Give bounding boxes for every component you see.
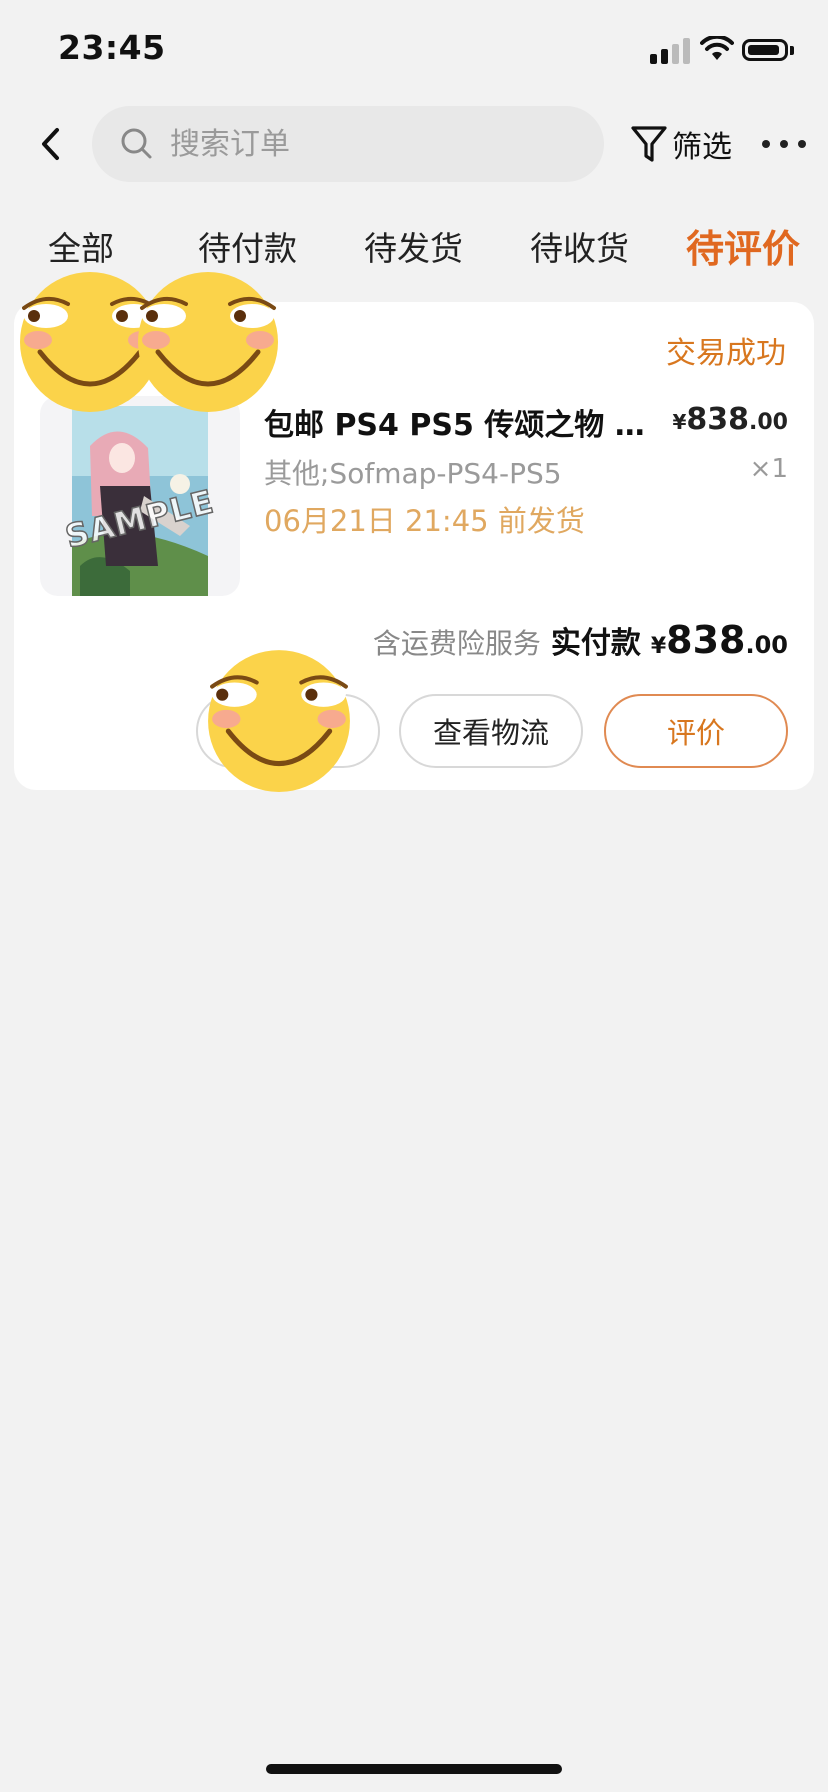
insurance-label: 含运费险服务 xyxy=(372,627,541,660)
search-input[interactable] xyxy=(168,125,572,163)
product-price: ¥838.00 xyxy=(672,402,788,437)
smirk-emoji-sticker-3 xyxy=(208,650,350,792)
paid-decimal: .00 xyxy=(745,631,788,659)
price-decimal: .00 xyxy=(749,410,788,435)
back-arrow-icon xyxy=(42,128,59,160)
filter-label: 筛选 xyxy=(672,130,732,165)
wifi-icon xyxy=(700,36,734,60)
view-logistics-button[interactable]: 查看物流 xyxy=(399,694,583,768)
tab-pending-review[interactable]: 待评价 xyxy=(686,218,800,273)
filter-icon xyxy=(631,126,667,162)
back-button[interactable] xyxy=(28,122,72,166)
product-thumbnail[interactable]: SAMPLE xyxy=(40,396,240,596)
more-options-button[interactable] xyxy=(762,132,806,156)
status-icons xyxy=(650,34,800,64)
search-box[interactable] xyxy=(92,106,604,182)
tab-pending-shipment[interactable]: 待发货 xyxy=(364,222,463,270)
order-total-row: 含运费险服务 实付款 ¥838.00 xyxy=(373,618,788,662)
product-quantity: ×1 xyxy=(749,454,788,484)
status-time: 23:45 xyxy=(58,28,166,67)
review-button[interactable]: 评价 xyxy=(604,694,788,768)
tab-pending-receipt[interactable]: 待收货 xyxy=(530,222,629,270)
tab-all[interactable]: 全部 xyxy=(48,222,114,270)
paid-amount: ¥838.00 xyxy=(651,618,788,662)
product-sku: 其他;Sofmap-PS4-PS5 xyxy=(264,457,562,490)
filter-button[interactable]: 筛选 xyxy=(630,122,732,166)
order-status: 交易成功 xyxy=(666,336,786,371)
price-currency: ¥ xyxy=(672,410,687,434)
ship-deadline: 06月21日 21:45 前发货 xyxy=(264,504,585,538)
more-dots-icon xyxy=(762,140,770,148)
paid-integer: 838 xyxy=(666,618,746,662)
home-indicator[interactable] xyxy=(266,1764,562,1774)
search-icon xyxy=(121,128,152,159)
tab-pending-payment[interactable]: 待付款 xyxy=(198,222,297,270)
smirk-emoji-sticker-2 xyxy=(138,272,278,412)
paid-label: 实付款 xyxy=(550,626,641,661)
paid-currency: ¥ xyxy=(650,634,667,659)
price-integer: 838 xyxy=(686,402,750,437)
product-title[interactable]: 包邮 PS4 PS5 传颂之物 单… xyxy=(264,400,674,444)
